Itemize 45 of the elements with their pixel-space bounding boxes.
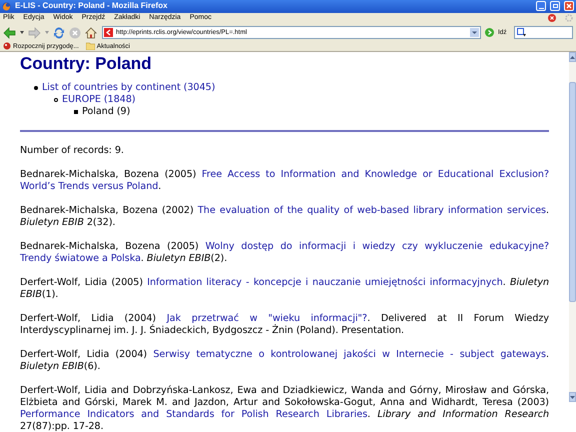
go-icon[interactable]	[485, 28, 494, 38]
title-link[interactable]: Jak przetrwać w "wieku informacji"?	[166, 313, 368, 324]
minimize-button[interactable]	[536, 1, 546, 12]
page-heading: Country: Poland	[20, 54, 152, 74]
close-icon	[566, 3, 572, 10]
dropdown-caret-icon[interactable]	[20, 31, 24, 34]
title-link[interactable]: Trendy światowe a Polska	[20, 253, 141, 264]
tree-label: Poland (9)	[82, 106, 130, 118]
search-field[interactable]	[514, 26, 573, 40]
back-arrow-icon[interactable]	[3, 26, 16, 39]
record-count: Number of records: 9.	[20, 145, 125, 158]
stop-icon[interactable]	[548, 14, 556, 22]
title-link[interactable]: Free Access to Information and Knowledge or Educational Exclusion?	[202, 169, 550, 180]
firefox-logo-icon	[2, 2, 11, 11]
citation: Bednarek-Michalska, Bozena (2005) Wolny dostęp do informacji i wiedzy czy wykluczenie edukacyjne? Trendy światowe a Polska. Biuletyn EBIB(2).	[20, 241, 549, 266]
window-title: E-LIS - Country: Poland - Mozilla Firefox	[15, 0, 168, 12]
title-link[interactable]: World’s Trends versus Poland	[20, 181, 158, 192]
tree-link[interactable]: List of countries by continent (3045)	[42, 82, 216, 94]
citation: Derfert-Wolf, Lidia (2005) Information literacy - koncepcje i nauczanie umiejętności informacyjnych. Biuletyn EBIB(1).	[20, 277, 549, 302]
reload-icon[interactable]	[53, 26, 65, 39]
search-engine-icon[interactable]	[516, 28, 526, 38]
scroll-up-button[interactable]	[569, 52, 576, 62]
title-link[interactable]: Information literacy - koncepcje i nauczanie umiejętności informacyjnych	[147, 277, 503, 288]
bookmark-icon	[3, 42, 11, 50]
bullet-icon	[74, 110, 78, 114]
scrollbar-thumb[interactable]	[569, 82, 576, 302]
title-link[interactable]: The evaluation of the quality of web-based library information services	[198, 205, 546, 216]
home-icon[interactable]	[85, 26, 97, 39]
bullet-icon	[34, 86, 38, 90]
title-link[interactable]: Serwisy tematyczne o kontrolowanej jakości w Internecie - subject gateways	[153, 349, 546, 360]
dropdown-icon[interactable]	[470, 28, 479, 38]
throbber-icon	[565, 14, 573, 22]
bullet-icon	[54, 98, 58, 102]
citation: Bednarek-Michalska, Bozena (2005) Free Access to Information and Knowledge or Educational Exclusion? World’s Trends versus Poland.	[20, 169, 549, 194]
title-link[interactable]: Wolny dostęp do informacji i wiedzy czy wykluczenie edukacyjne?	[205, 241, 550, 252]
title-link[interactable]: Performance Indicators and Standards for Polish Research Libraries	[20, 409, 368, 420]
citation: Derfert-Wolf, Lidia (2004) Jak przetrwać w "wieku informacji"?. Delivered at II Forum Wiedzy Interdyscyplinarnej im. J. J. Śniadeckich, Bydgoszcz - Żnin (Poland). Presentation.	[20, 313, 549, 338]
maximize-button[interactable]	[550, 1, 560, 12]
tree-link[interactable]: EUROPE (1848)	[62, 94, 136, 106]
page-icon	[104, 28, 113, 38]
citation: Bednarek-Michalska, Bozena (2002) The evaluation of the quality of web-based library information services. Biuletyn EBIB 2(32).	[20, 205, 549, 230]
citation: Derfert-Wolf, Lidia (2004) Serwisy tematyczne o kontrolowanej jakości w Internecie - subject gateways. Biuletyn EBIB(6).	[20, 349, 549, 374]
scroll-down-button[interactable]	[569, 392, 576, 402]
citation: Derfert-Wolf, Lidia and Dobrzyńska-Lankosz, Ewa and Dziadkiewicz, Wanda and Górny, Mirosław and Górska, Elżbieta and Górski, Marek M. and Jazdon, Artur and Sokołowska-Gogut, Anna and Widhardt, Teresa (2003) Performance Indicators and Standards for Polish Research Libraries. Library and Information Research 27(87):pp. 17-28.	[20, 385, 549, 432]
close-button[interactable]	[564, 1, 574, 12]
